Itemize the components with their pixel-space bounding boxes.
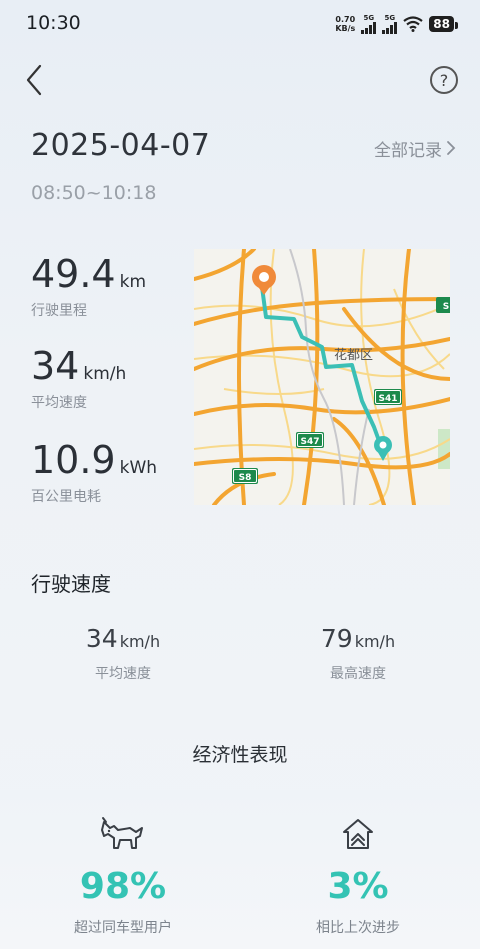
status-time: 10:30 [26,12,81,34]
stat-label: 百公里电耗 [31,489,101,505]
economy-right-label: 相比上次进步 [316,920,400,936]
stat-unit: km [119,272,147,292]
trip-date: 2025-04-07 [31,128,211,163]
road-badge-text: S8 [239,473,252,483]
max-speed-unit: km/h [354,632,396,651]
status-icons: 0.70 KB/s 5G 5G 88 [335,12,458,36]
max-speed-label: 最高速度 [330,666,386,682]
stat-value: 10.9 [31,438,116,482]
help-symbol: ? [439,70,449,90]
road-badge-s8: S8 [232,468,258,484]
stat-label: 行驶里程 [31,303,87,319]
road-badge-s41: S41 [374,389,402,405]
stat-unit: km/h [83,364,127,384]
sim2-label: 5G [384,13,396,22]
stat-distance: 49.4 km 行驶里程 [31,252,146,320]
signal-icon-2: 5G [382,13,398,34]
economy-right: 3% 相比上次进步 [258,816,458,937]
status-bar: 10:30 0.70 KB/s 5G 5G 88 [0,0,480,46]
avg-speed-value: 34 [85,624,118,653]
chevron-left-icon[interactable] [22,60,50,100]
network-speed-unit: KB/s [335,24,356,33]
economy-left: 98% 超过同车型用户 [23,816,223,937]
avg-speed-block: 34 km/h 平均速度 [43,624,203,683]
battery-icon: 88 [429,16,458,32]
stat-avg-speed: 34 km/h 平均速度 [31,344,126,412]
max-speed-block: 79 km/h 最高速度 [278,624,438,683]
house-progress-icon [343,819,373,849]
wifi-icon [403,16,423,32]
bull-icon [101,817,143,849]
map-canvas: 花都区 S41 S47 S8 S [194,249,450,505]
district-label: 花都区 [334,347,373,363]
economy-title: 经济性表现 [192,744,288,766]
sim1-label: 5G [363,13,375,22]
all-records-link[interactable]: 全部记录 [374,136,442,161]
stat-value: 34 [31,344,80,388]
road-badge-edge: S [436,297,450,313]
road-badge-text: S47 [300,437,319,447]
avg-speed-unit: km/h [119,632,161,651]
network-speed: 0.70 KB/s [335,15,355,33]
route-map[interactable]: 花都区 S41 S47 S8 S [194,249,450,505]
avg-speed-label: 平均速度 [95,666,151,682]
stat-label: 平均速度 [31,395,87,411]
trip-time-range: 08:50~10:18 [31,182,157,204]
network-speed-value: 0.70 [335,15,356,24]
road-badge-text: S41 [378,394,397,404]
economy-right-value: 3% [327,866,389,907]
chevron-right-icon[interactable] [444,138,458,158]
speed-section-title: 行驶速度 [31,572,111,596]
signal-icon: 5G [361,13,377,34]
road-badge-text: S [443,302,449,312]
max-speed-value: 79 [320,624,353,653]
economy-left-label: 超过同车型用户 [74,920,172,936]
stat-unit: kWh [119,458,158,478]
question-circle-icon[interactable]: ? [430,66,458,94]
stat-energy: 10.9 kWh 百公里电耗 [31,438,157,506]
stat-value: 49.4 [31,252,116,296]
road-badge-s47: S47 [296,432,324,448]
economy-left-value: 98% [79,866,167,907]
